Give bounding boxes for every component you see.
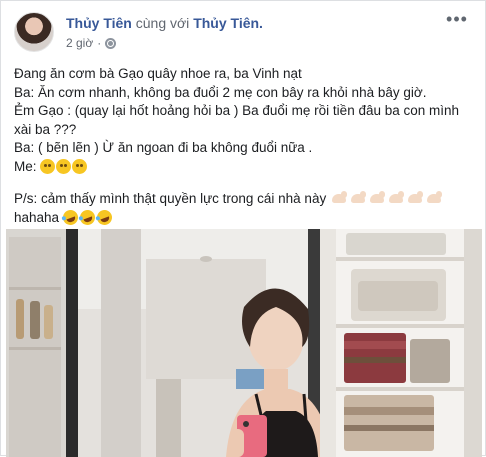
post-text: Đang ăn cơm bà Gạo quây nhoe ra, ba Vinh… <box>14 65 476 227</box>
flexed-biceps-icon <box>349 191 367 206</box>
timestamp-link[interactable]: 2 giờ <box>66 36 93 50</box>
post-meta: 2 giờ · <box>66 36 117 50</box>
flexed-biceps-icon <box>368 191 386 206</box>
post-line: Ba: ( bẽn lẽn ) Ừ ăn ngoan đi ba không đ… <box>14 140 313 155</box>
author-name-link[interactable]: Thủy Tiên <box>66 15 132 31</box>
more-horizontal-icon: ••• <box>446 9 468 29</box>
post-line-me: Me: <box>14 158 476 177</box>
pleading-face-icon <box>72 158 88 174</box>
post-line: Ẻm Gạo : (quay lại hốt hoảng hỏi ba ) Ba… <box>14 103 460 137</box>
post-photo[interactable] <box>6 229 482 457</box>
flexed-biceps-icon <box>387 191 405 206</box>
post-author-line: Thủy Tiên cùng với Thủy Tiên. <box>66 15 263 31</box>
more-options-button[interactable]: ••• <box>445 9 469 32</box>
flexed-biceps-icon <box>425 191 443 206</box>
pleading-face-icon <box>56 158 72 174</box>
pleading-face-icon <box>40 158 56 174</box>
flexed-biceps-icon <box>406 191 424 206</box>
mirror-selfie-photo <box>6 229 482 457</box>
with-text: cùng với <box>131 15 194 31</box>
post-line: Đang ăn cơm bà Gạo quây nhoe ra, ba Vinh… <box>14 66 302 81</box>
meta-separator: · <box>97 36 102 50</box>
rolling-laughing-icon <box>77 207 97 227</box>
post-ps-suffix: hahaha <box>14 207 476 228</box>
tagged-name-link[interactable]: Thủy Tiên. <box>193 15 263 31</box>
avatar[interactable] <box>14 12 54 52</box>
globe-icon[interactable] <box>105 37 117 49</box>
rolling-laughing-icon <box>60 207 80 227</box>
flexed-biceps-icon <box>330 191 348 206</box>
post-ps-line: P/s: cảm thấy mình thật quyền lực trong … <box>14 190 476 209</box>
facebook-post: Thủy Tiên cùng với Thủy Tiên. 2 giờ · ••… <box>0 0 486 457</box>
rolling-laughing-icon <box>94 207 114 227</box>
post-line: Ba: Ăn cơm nhanh, không ba đuổi 2 mẹ con… <box>14 84 427 100</box>
post-header: Thủy Tiên cùng với Thủy Tiên. 2 giờ · ••… <box>14 9 475 56</box>
